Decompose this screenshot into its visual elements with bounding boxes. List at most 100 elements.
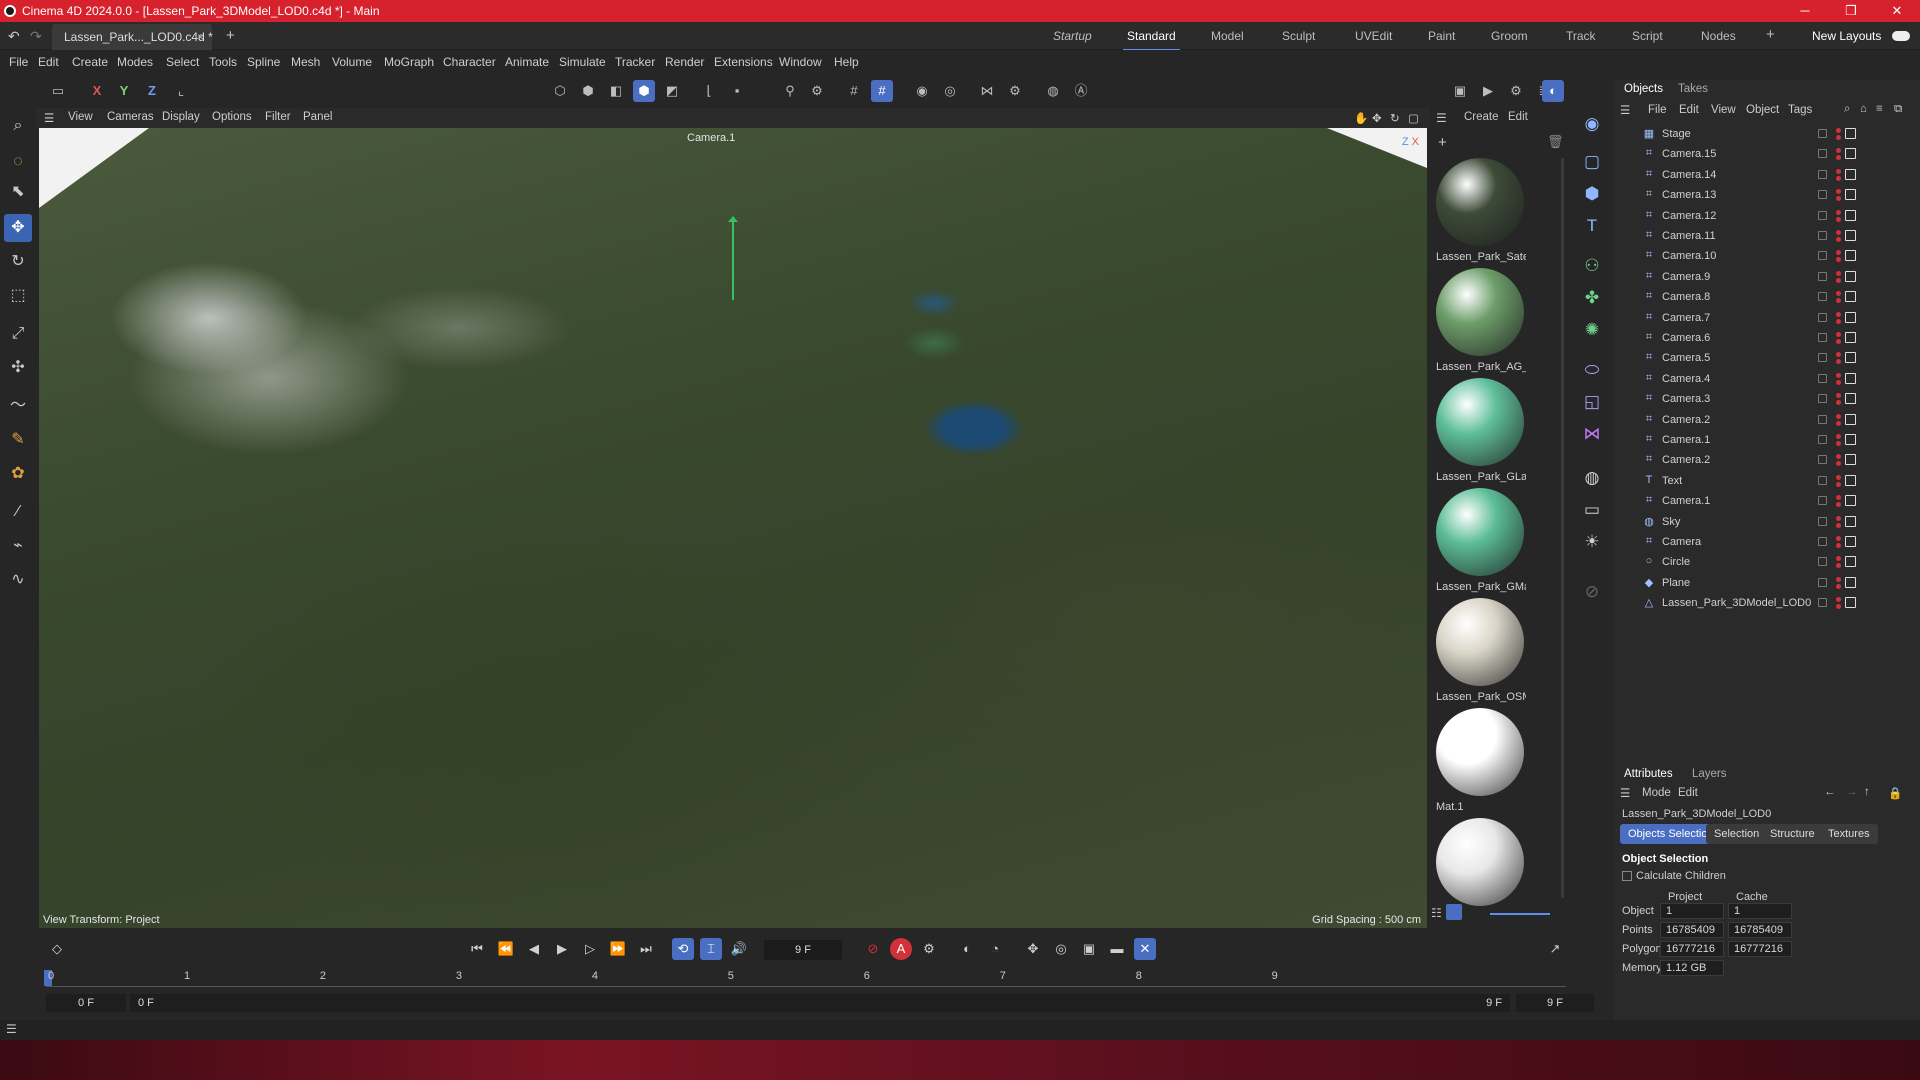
close-window-button[interactable]: ✕ (1874, 0, 1920, 22)
object-row[interactable]: ⌗ Camera.7 (1628, 308, 1918, 328)
layout-tab-model[interactable]: Model (1211, 29, 1244, 43)
menu-animate[interactable]: Animate (505, 55, 549, 69)
render-visibility-dot[interactable] (1836, 196, 1841, 202)
editor-visibility-dot[interactable] (1836, 189, 1841, 195)
object-row[interactable]: ⌗ Camera.2 (1628, 450, 1918, 470)
layer-indicator[interactable] (1818, 333, 1827, 342)
key-rotation-icon[interactable]: ◔ (984, 938, 1006, 960)
object-row[interactable]: T Text (1628, 471, 1918, 491)
editor-visibility-dot[interactable] (1836, 372, 1841, 378)
object-search-icon[interactable]: ⌕ (1844, 103, 1850, 116)
object-tag-icon[interactable] (1845, 311, 1856, 323)
menu-mesh[interactable]: Mesh (291, 55, 320, 69)
key-position-icon[interactable]: ◐ (956, 938, 978, 960)
viewport-menu-panel[interactable]: Panel (303, 111, 332, 123)
subtab-structure[interactable]: Structure (1762, 824, 1823, 844)
material-item[interactable]: Lassen_Park_GLan (1432, 378, 1526, 486)
layer-indicator[interactable] (1818, 414, 1827, 424)
editor-visibility-dot[interactable] (1836, 576, 1841, 582)
editor-visibility-dot[interactable] (1836, 311, 1841, 317)
render-visibility-dot[interactable] (1836, 461, 1841, 467)
go-to-end-icon[interactable]: ⏭ (635, 938, 657, 960)
snap-settings-icon[interactable]: ⚙ (806, 80, 828, 102)
camera-object-icon[interactable]: ◉ (1578, 110, 1606, 138)
attribute-menu-edit[interactable]: Edit (1678, 787, 1698, 799)
current-frame-field[interactable]: 9 F (764, 940, 842, 960)
editor-visibility-dot[interactable] (1836, 352, 1841, 358)
render-visibility-dot[interactable] (1836, 155, 1841, 161)
object-tag-icon[interactable] (1845, 495, 1856, 507)
editor-visibility-dot[interactable] (1836, 291, 1841, 297)
render-visibility-dot[interactable] (1836, 339, 1841, 344)
primitive-object-icon[interactable]: ⬢ (1578, 180, 1606, 208)
layer-indicator[interactable] (1818, 557, 1827, 567)
play-icon[interactable]: ▶ (551, 938, 573, 960)
object-tag-icon[interactable] (1845, 270, 1856, 282)
layer-indicator[interactable] (1818, 129, 1827, 138)
text-spline-icon[interactable]: T (1578, 212, 1606, 240)
render-visibility-dot[interactable] (1836, 583, 1841, 589)
layer-indicator[interactable] (1818, 251, 1827, 261)
layer-indicator[interactable] (1818, 312, 1827, 322)
object-row[interactable]: ⌗ Camera.12 (1628, 206, 1918, 226)
layer-indicator[interactable] (1818, 149, 1827, 159)
render-visibility-dot[interactable] (1836, 379, 1841, 385)
object-tag-icon[interactable] (1845, 536, 1856, 547)
menu-file[interactable]: File (9, 55, 28, 69)
object-row[interactable]: ⌗ Camera (1628, 532, 1918, 552)
material-menu-icon[interactable]: ☰ (1436, 111, 1447, 125)
editor-visibility-dot[interactable] (1836, 250, 1841, 256)
object-row[interactable]: ⌗ Camera.5 (1628, 348, 1918, 368)
key-param-icon[interactable]: ◎ (1050, 938, 1072, 960)
material-item[interactable]: Lassen_Park_AG_L (1432, 268, 1526, 376)
object-tag-icon[interactable] (1845, 454, 1856, 466)
render-active-view-icon[interactable]: ▣ (1449, 80, 1471, 102)
generator-icon[interactable]: ⚇ (1578, 252, 1606, 280)
document-tab[interactable]: Lassen_Park..._LOD0.c4d * × (52, 24, 213, 50)
object-row[interactable]: ○ Circle (1628, 552, 1918, 572)
object-menu-icon[interactable]: ☰ (1620, 103, 1630, 117)
material-item[interactable] (1432, 818, 1524, 908)
layer-indicator[interactable] (1818, 231, 1827, 240)
environment-icon[interactable]: ◍ (1578, 464, 1606, 492)
points-mode-icon[interactable]: ⬡ (549, 80, 571, 102)
layer-indicator[interactable] (1818, 292, 1827, 302)
menu-tools[interactable]: Tools (209, 55, 237, 69)
material-item[interactable]: Lassen_Park_Satel (1432, 158, 1526, 266)
object-tag-icon[interactable] (1845, 556, 1856, 568)
layout-tab-sculpt[interactable]: Sculpt (1282, 29, 1315, 43)
object-row[interactable]: ⌗ Camera.11 (1628, 226, 1918, 246)
start-frame-field[interactable]: 0 F (46, 994, 126, 1012)
object-row[interactable]: ⌗ Camera.2 (1628, 410, 1918, 430)
attribute-menu-mode[interactable]: Mode (1642, 787, 1671, 799)
tab-takes[interactable]: Takes (1678, 83, 1708, 95)
render-visibility-dot[interactable] (1836, 400, 1841, 406)
menu-mograph[interactable]: MoGraph (384, 55, 434, 69)
object-filter-icon[interactable]: ≡ (1876, 103, 1883, 115)
object-tag-icon[interactable] (1845, 413, 1856, 425)
light-icon[interactable]: ☀ (1578, 528, 1606, 556)
editor-visibility-dot[interactable] (1836, 413, 1841, 419)
sketch-spline-icon[interactable]: ✎ (4, 426, 32, 454)
scatter-tool-icon[interactable]: ✣ (4, 354, 32, 382)
viewport-menu-view[interactable]: View (68, 111, 93, 123)
edges-mode-icon[interactable]: ⬢ (577, 80, 599, 102)
snap-enable-icon[interactable]: # (871, 80, 893, 102)
playback-range-icon[interactable]: ⌶ (700, 938, 722, 960)
layer-indicator[interactable] (1818, 537, 1827, 546)
object-tag-icon[interactable] (1845, 230, 1856, 241)
editor-visibility-dot[interactable] (1836, 474, 1841, 480)
editor-visibility-dot[interactable] (1836, 515, 1841, 521)
object-row[interactable]: ⌗ Camera.9 (1628, 267, 1918, 287)
next-key-icon[interactable]: ⏩ (607, 938, 629, 960)
editor-visibility-dot[interactable] (1836, 393, 1841, 399)
tab-attributes[interactable]: Attributes (1624, 768, 1673, 780)
render-visibility-dot[interactable] (1836, 543, 1841, 548)
tag-icon[interactable]: ⊘ (1578, 578, 1606, 606)
z-axis-lock-button[interactable]: Z (141, 80, 163, 102)
interpolation-icon[interactable]: ✕ (1134, 938, 1156, 960)
soft-selection-icon[interactable]: ◍ (1042, 80, 1064, 102)
render-visibility-dot[interactable] (1836, 175, 1841, 181)
redshift-render-view-icon[interactable]: ◐ (1542, 80, 1564, 102)
subtab-selection[interactable]: Selection (1706, 824, 1768, 844)
